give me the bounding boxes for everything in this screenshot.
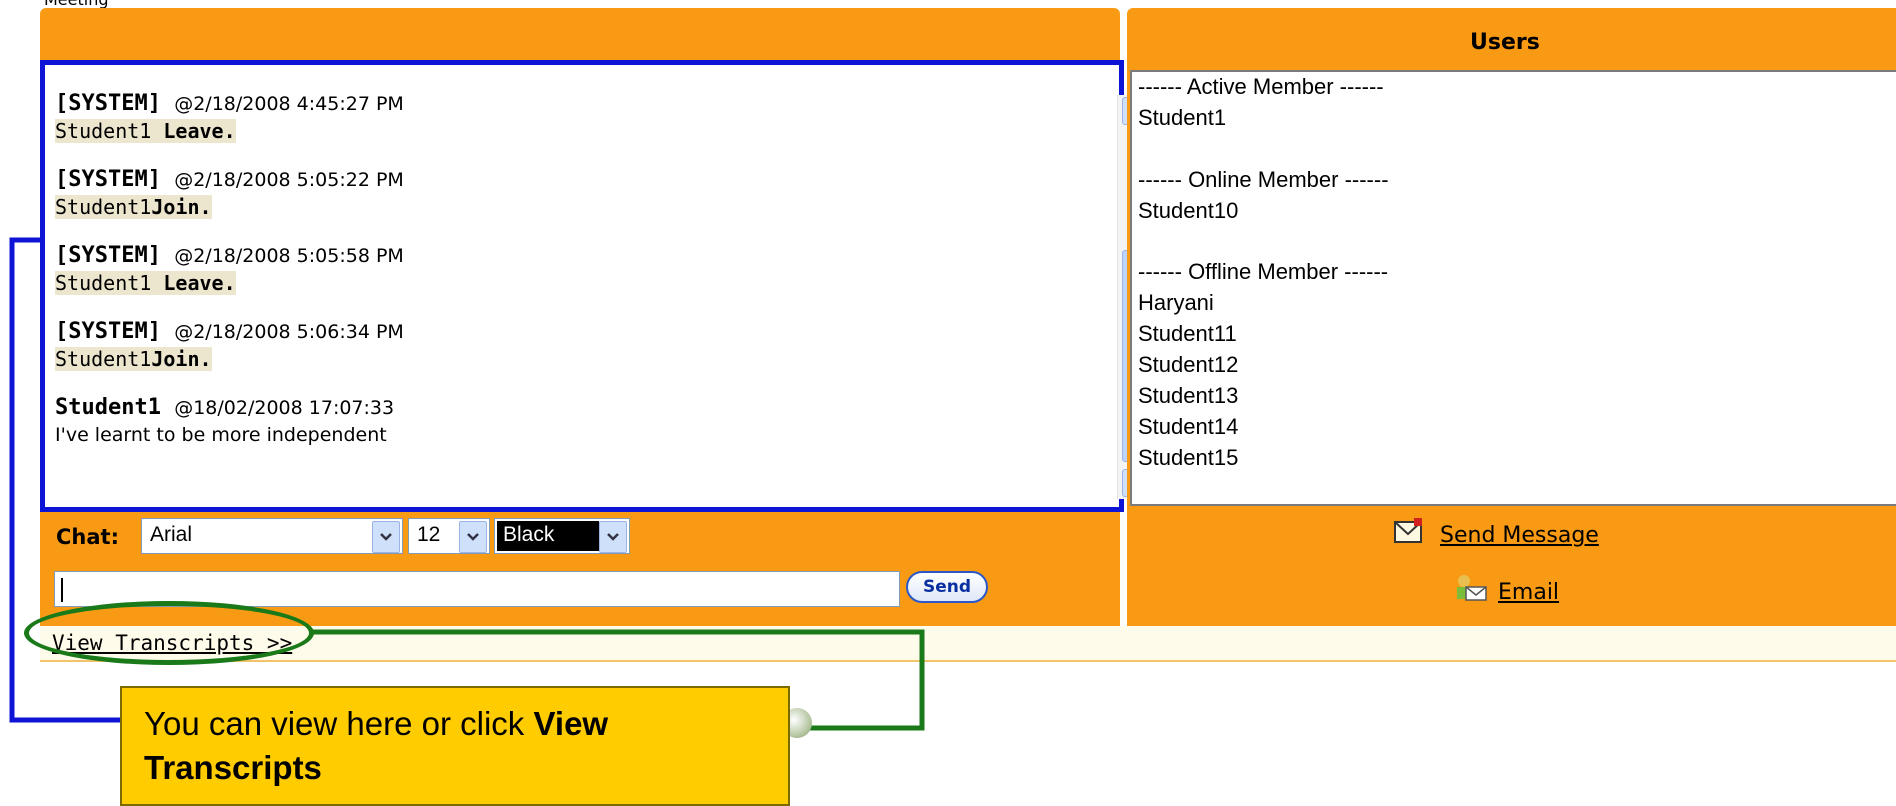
callout-text: You can view here or click xyxy=(144,705,534,742)
tutorial-callout: You can view here or click View Transcri… xyxy=(120,686,790,806)
transcripts-highlight-ellipse xyxy=(24,601,314,665)
annotation-connectors xyxy=(9,237,925,731)
